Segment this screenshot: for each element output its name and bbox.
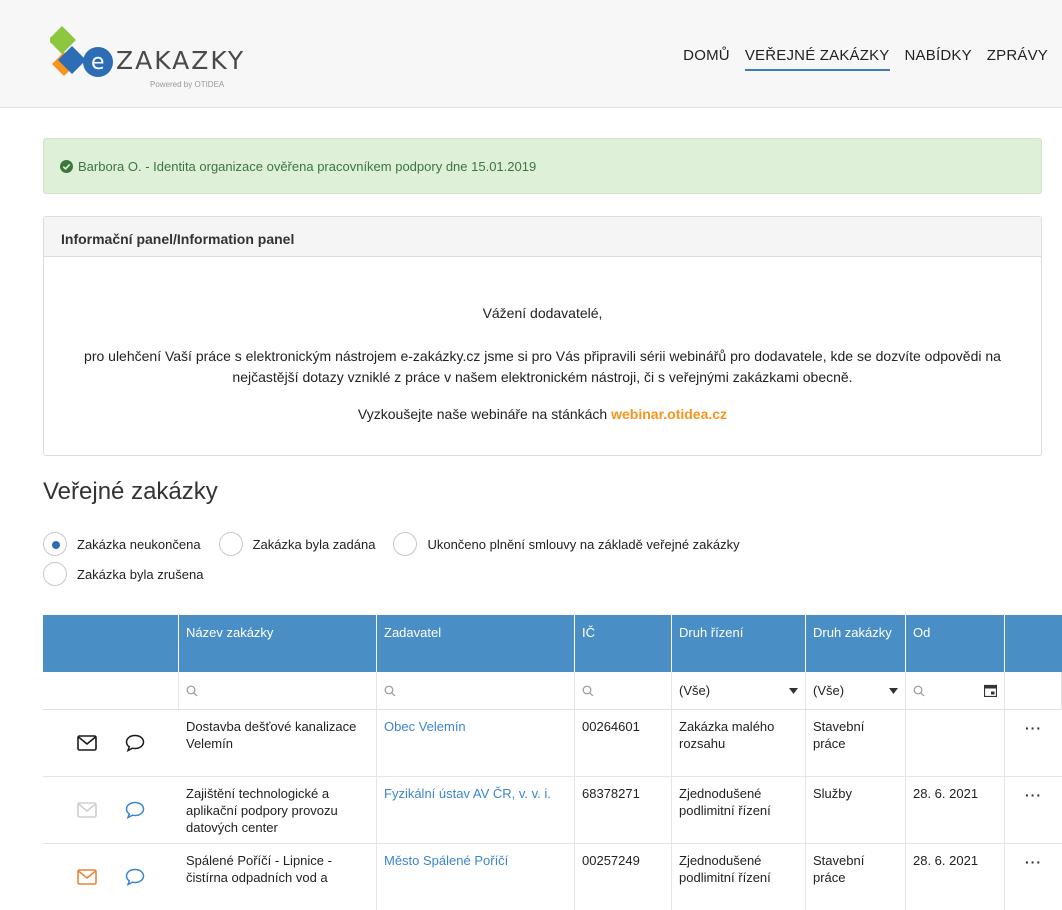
name-filter-input[interactable] (179, 672, 377, 709)
filter-not-finished[interactable]: Zakázka neukončena (43, 532, 201, 556)
more-actions-cell: ··· (1005, 710, 1062, 776)
contract-type: Služby (806, 777, 906, 843)
radio-icon[interactable] (43, 562, 67, 586)
filter-row: (Vše) (Vše) (43, 672, 1062, 710)
nav-home[interactable]: DOMŮ (683, 47, 730, 71)
more-options-icon[interactable]: ··· (1025, 785, 1042, 835)
app-header: e ZAKAZKY Powered by OTIDEA DOMŮ VEŘEJNÉ… (0, 0, 1062, 108)
radio-selected-icon[interactable] (43, 532, 67, 556)
column-header-contract-type[interactable]: Druh zakázky (806, 615, 906, 672)
filter-awarded[interactable]: Zakázka byla zadána (218, 532, 375, 556)
webinar-link[interactable]: webinar.otidea.cz (611, 406, 727, 422)
filter-cell-empty (43, 672, 179, 709)
contracting-authority: Obec Velemín (377, 710, 575, 776)
contracting-authority: Fyzikální ústav AV ČR, v. v. i. (377, 777, 575, 843)
ic-value: 00257249 (575, 844, 672, 910)
envelope-icon[interactable] (77, 734, 97, 752)
ic-value: 68378271 (575, 777, 672, 843)
more-options-icon[interactable]: ··· (1025, 852, 1042, 902)
date-from: 28. 6. 2021 (906, 844, 1005, 910)
nav-messages[interactable]: ZPRÁVY (987, 47, 1048, 71)
contract-name: Dostavba dešťové kanalizace Velemín (179, 710, 377, 776)
alert-text: Barbora O. - Identita organizace ověřena… (78, 158, 537, 174)
authority-link[interactable]: Fyzikální ústav AV ČR, v. v. i. (384, 786, 551, 801)
more-options-icon[interactable]: ··· (1025, 718, 1042, 768)
table-header: Název zakázky Zadavatel IČ Druh řízení D… (43, 615, 1062, 672)
procedure-type: Zjednodušené podlimitní řízení (672, 844, 806, 910)
procedure-type-select[interactable]: (Vše) (672, 672, 806, 709)
panel-cta-prefix: Vyzkoušejte naše webináře na stánkách (357, 406, 608, 422)
logo-text: ZAKAZKY (116, 46, 246, 75)
svg-text:e: e (91, 50, 105, 75)
contract-type: Stavební práce (806, 844, 906, 910)
radio-icon[interactable] (393, 532, 418, 556)
nav-public-contracts[interactable]: VEŘEJNÉ ZAKÁZKY (744, 47, 890, 71)
calendar-icon[interactable] (984, 684, 997, 697)
table-row[interactable]: Dostavba dešťové kanalizace Velemín Obec … (43, 710, 1062, 777)
nav-offers[interactable]: NABÍDKY (905, 47, 972, 71)
panel-body: Vážení dodavatelé, pro ulehčení Vaší prá… (44, 257, 1041, 425)
column-header-ic[interactable]: IČ (575, 615, 672, 672)
date-filter-input[interactable] (906, 672, 1005, 709)
main-nav: DOMŮ VEŘEJNÉ ZAKÁZKY NABÍDKY ZPRÁVY (683, 47, 1048, 71)
caret-down-icon (789, 687, 798, 694)
radio-icon[interactable] (218, 532, 243, 556)
procedure-type: Zjednodušené podlimitní řízení (672, 777, 806, 843)
search-icon (384, 685, 396, 696)
speech-bubble-icon[interactable] (125, 801, 145, 819)
filter-contract-completed[interactable]: Ukončeno plnění smlouvy na základě veřej… (393, 532, 740, 556)
panel-title: Informační panel/Information panel (44, 217, 1041, 257)
row-actions (43, 844, 179, 910)
more-actions-cell: ··· (1005, 777, 1062, 843)
search-icon (186, 685, 198, 696)
ic-filter-input[interactable] (575, 672, 672, 709)
row-actions (43, 777, 179, 843)
column-header-from[interactable]: Od (906, 615, 1005, 672)
caret-down-icon (889, 687, 898, 694)
contracts-table: Název zakázky Zadavatel IČ Druh řízení D… (43, 615, 1062, 910)
panel-greeting: Vážení dodavatelé, (482, 305, 603, 321)
column-header-more (1005, 615, 1062, 672)
speech-bubble-icon[interactable] (125, 734, 145, 752)
logo[interactable]: e ZAKAZKY Powered by OTIDEA (50, 26, 270, 90)
logo-mark-icon: e (50, 26, 113, 77)
filter-cell-empty (1005, 672, 1062, 709)
envelope-icon[interactable] (77, 801, 97, 819)
filter-cancelled[interactable]: Zakázka byla zrušena (43, 562, 203, 586)
column-header-actions (43, 615, 179, 672)
authority-link[interactable]: Obec Velemín (384, 719, 466, 734)
ic-value: 00264601 (575, 710, 672, 776)
speech-bubble-icon[interactable] (125, 868, 145, 886)
contract-name: Zajištění technologické a aplikační podp… (179, 777, 377, 843)
panel-cta: Vyzkoušejte naše webináře na stánkách we… (54, 404, 1031, 425)
table-row[interactable]: Spálené Poříčí - Lipnice - čistírna odpa… (43, 844, 1062, 910)
table-row[interactable]: Zajištění technologické a aplikační podp… (43, 777, 1062, 844)
identity-verified-alert: Barbora O. - Identita organizace ověřena… (43, 138, 1042, 194)
envelope-icon[interactable] (77, 868, 97, 886)
information-panel: Informační panel/Information panel Vážen… (43, 216, 1042, 456)
column-header-contracting-authority[interactable]: Zadavatel (377, 615, 575, 672)
column-header-name[interactable]: Název zakázky (179, 615, 377, 672)
authority-filter-input[interactable] (377, 672, 575, 709)
logo-subtitle: Powered by OTIDEA (150, 80, 225, 89)
column-header-procedure-type[interactable]: Druh řízení (672, 615, 806, 672)
procedure-type: Zakázka malého rozsahu (672, 710, 806, 776)
more-actions-cell: ··· (1005, 844, 1062, 910)
date-from: 28. 6. 2021 (906, 777, 1005, 843)
panel-text: pro ulehčení Vaší práce s elektronickým … (84, 348, 1001, 385)
date-from (906, 710, 1005, 776)
check-circle-icon (60, 159, 73, 173)
authority-link[interactable]: Město Spálené Poříčí (384, 853, 508, 868)
contract-type: Stavební práce (806, 710, 906, 776)
status-filters: Zakázka neukončena Zakázka byla zadána U… (43, 530, 1043, 588)
row-actions (43, 710, 179, 776)
section-title: Veřejné zakázky (43, 478, 218, 505)
contract-name: Spálené Poříčí - Lipnice - čistírna odpa… (179, 844, 377, 910)
search-icon (913, 685, 925, 696)
contracting-authority: Město Spálené Poříčí (377, 844, 575, 910)
contract-type-select[interactable]: (Vše) (806, 672, 906, 709)
search-icon (582, 685, 594, 696)
